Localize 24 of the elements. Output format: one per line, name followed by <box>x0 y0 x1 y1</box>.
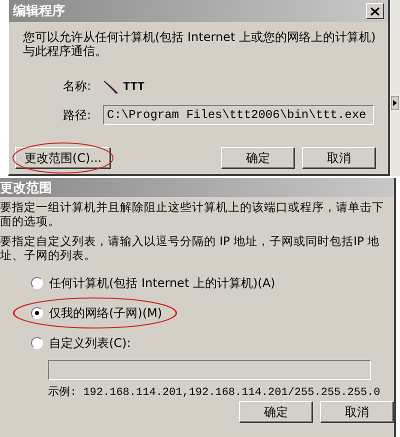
close-button[interactable] <box>366 3 384 19</box>
description-text: 您可以允许从任何计算机(包括 Internet 上或您的网络上的计算机)与此程序通信。 <box>23 30 376 60</box>
dialog-button[interactable]: 确定 <box>239 401 313 423</box>
change-scope-button[interactable]: 更改范围(C)... <box>15 147 111 169</box>
dialog-button[interactable]: 确定 <box>221 147 295 169</box>
feather-icon <box>103 78 119 94</box>
radio-button[interactable] <box>31 307 43 319</box>
example-text: 示例: 192.168.114.201,192.168.114.201/255.255.255.0 <box>48 386 382 399</box>
dialog-button[interactable]: 取消 <box>302 147 376 169</box>
close-icon <box>370 6 380 16</box>
window-title: 更改范围 <box>0 180 53 196</box>
path-label: 路径: <box>63 106 92 124</box>
radio-button[interactable] <box>31 277 43 289</box>
instruction-text: 要指定自定义列表，请输入以逗号分隔的 IP 地址，子网或同时包括IP 地址、子网的列表。 <box>0 234 381 262</box>
custom-list-field[interactable] <box>48 360 371 380</box>
window-title: 编辑程序 <box>13 2 66 20</box>
instruction-text: 要指定一组计算机并且解除阻止这些计算机上的该端口或程序，请单击下面的选项。 <box>0 200 385 228</box>
program-name: TTT <box>123 80 145 94</box>
option-label[interactable]: 任何计算机(包括 Internet 上的计算机)(A) <box>49 274 276 292</box>
option-label[interactable]: 自定义列表(C): <box>49 334 131 352</box>
name-label: 名称: <box>63 78 92 95</box>
path-field[interactable]: C:\Program Files\ttt2006\bin\ttt.exe <box>103 105 374 125</box>
dialog-button[interactable]: 取消 <box>320 401 394 423</box>
radio-button[interactable] <box>31 337 43 349</box>
